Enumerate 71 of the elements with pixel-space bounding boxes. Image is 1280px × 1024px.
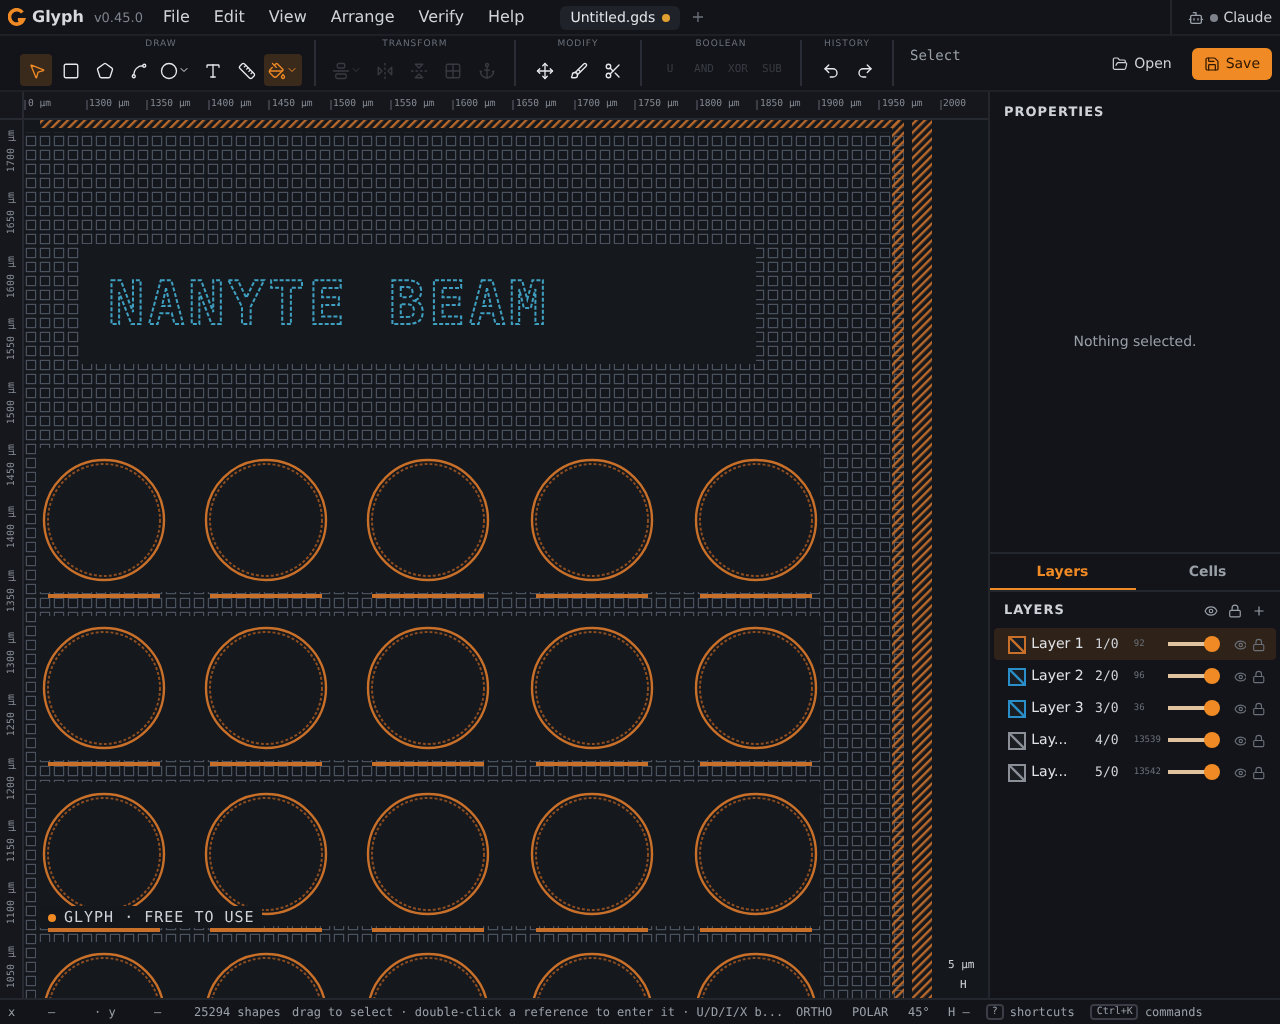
menu-item[interactable]: Arrange bbox=[330, 8, 395, 26]
ring-shape bbox=[694, 458, 818, 582]
lock-icon[interactable] bbox=[1252, 637, 1266, 651]
grid-icon bbox=[443, 61, 461, 79]
scissors-icon bbox=[603, 61, 621, 79]
pentagon-icon bbox=[95, 61, 113, 79]
app-name: Glyph bbox=[32, 8, 84, 26]
ring-shape bbox=[530, 792, 654, 916]
square-icon bbox=[61, 61, 79, 79]
lock-icon[interactable] bbox=[1252, 701, 1266, 715]
flip-vertical-icon bbox=[409, 61, 427, 79]
eye-icon[interactable] bbox=[1233, 669, 1247, 683]
slider-thumb[interactable] bbox=[1203, 668, 1219, 684]
move-icon bbox=[535, 61, 553, 79]
eye-icon[interactable] bbox=[1233, 733, 1247, 747]
ring-shape bbox=[204, 458, 328, 582]
ruler-icon bbox=[237, 61, 255, 79]
ring-shape bbox=[530, 952, 654, 998]
ring-shape bbox=[366, 792, 490, 916]
undo-icon bbox=[821, 61, 839, 79]
save-icon bbox=[1203, 55, 1220, 71]
eye-icon[interactable] bbox=[1233, 765, 1247, 779]
slider-thumb[interactable] bbox=[1203, 636, 1219, 652]
redo-icon bbox=[855, 61, 873, 79]
pointer-icon bbox=[27, 61, 45, 79]
ring-shape bbox=[366, 952, 490, 998]
folder-icon bbox=[1112, 55, 1129, 71]
eye-icon[interactable] bbox=[1204, 603, 1218, 617]
title-text: NANYTE BEAM bbox=[108, 270, 550, 340]
slider-thumb[interactable] bbox=[1203, 700, 1219, 716]
anchor-icon bbox=[477, 61, 495, 79]
caret-icon bbox=[178, 64, 190, 76]
ring-shape bbox=[366, 458, 490, 582]
eye-icon[interactable] bbox=[1233, 701, 1247, 715]
ring-shape bbox=[694, 952, 818, 998]
caret-icon bbox=[350, 64, 362, 76]
badge-dot bbox=[48, 913, 56, 921]
curve-icon bbox=[129, 61, 147, 79]
slider-thumb[interactable] bbox=[1203, 764, 1219, 780]
slider-thumb[interactable] bbox=[1203, 732, 1219, 748]
bot-icon bbox=[1187, 9, 1204, 25]
menu-item[interactable]: View bbox=[268, 8, 307, 26]
ring-shape bbox=[42, 626, 166, 750]
ring-shape bbox=[204, 952, 328, 998]
lock-icon[interactable] bbox=[1252, 765, 1266, 779]
lock-icon[interactable] bbox=[1252, 669, 1266, 683]
align-icon bbox=[332, 61, 350, 79]
lock-icon[interactable] bbox=[1252, 733, 1266, 747]
brush-icon bbox=[569, 61, 587, 79]
menu-item[interactable]: Verify bbox=[418, 8, 464, 26]
ring-shape bbox=[366, 626, 490, 750]
menu-item[interactable]: File bbox=[162, 8, 190, 26]
ring-shape bbox=[694, 626, 818, 750]
text-icon bbox=[203, 61, 221, 79]
menu-item[interactable]: Edit bbox=[213, 8, 245, 26]
circle-icon bbox=[160, 61, 178, 79]
ring-shape bbox=[42, 952, 166, 998]
add-icon[interactable] bbox=[1252, 603, 1266, 617]
new-tab-button[interactable]: + bbox=[691, 8, 705, 26]
ring-shape bbox=[530, 458, 654, 582]
eye-icon[interactable] bbox=[1233, 637, 1247, 651]
paint-bucket-icon bbox=[268, 61, 286, 79]
flip-horizontal-icon bbox=[375, 61, 393, 79]
ring-shape bbox=[42, 458, 166, 582]
ring-shape bbox=[204, 626, 328, 750]
caret-icon bbox=[286, 64, 298, 76]
menu-item[interactable]: Help bbox=[487, 8, 525, 26]
ring-shape bbox=[694, 792, 818, 916]
logo-icon bbox=[8, 8, 26, 26]
lock-icon[interactable] bbox=[1228, 603, 1242, 617]
ring-shape bbox=[530, 626, 654, 750]
